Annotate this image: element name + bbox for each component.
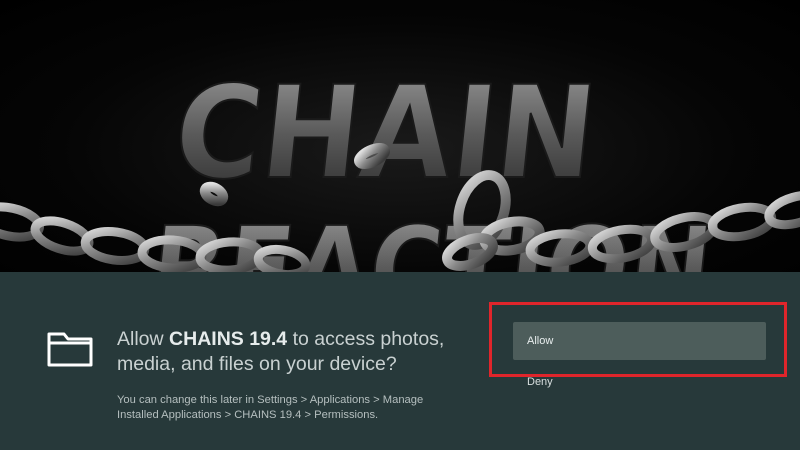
- allow-button[interactable]: Allow: [513, 322, 766, 360]
- app-name: CHAINS 19.4: [169, 328, 288, 350]
- permission-hint: You can change this later in Settings > …: [117, 394, 424, 421]
- logo-text: CHAIN: [168, 59, 604, 208]
- permission-question: Allow CHAINS 19.4 to access photos, medi…: [117, 327, 477, 377]
- deny-button[interactable]: Deny: [513, 366, 766, 400]
- question-prefix: Allow: [117, 328, 170, 350]
- app-splash-image: CHAIN REACTION: [0, 0, 800, 272]
- folder-icon: [47, 332, 93, 367]
- chain-artwork: CHAIN REACTION: [0, 58, 800, 272]
- screen: CHAIN REACTION Allow CHAINS 19.4 to acce…: [0, 0, 800, 450]
